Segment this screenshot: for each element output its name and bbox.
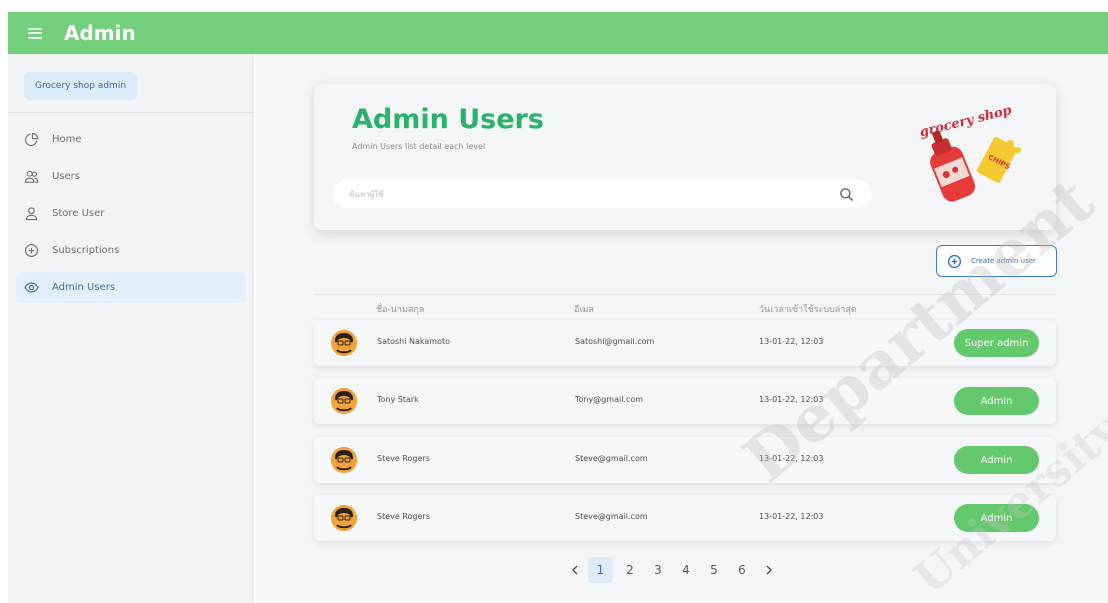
page-6-button[interactable]: 6	[728, 557, 756, 583]
next-page-button[interactable]	[756, 557, 782, 583]
sidebar-item-label: Home	[52, 134, 82, 145]
app-title: Admin	[64, 21, 136, 45]
user-name: Steve Rogers	[377, 512, 430, 521]
last-login: 13-01-22, 12:03	[759, 395, 824, 404]
users-icon	[24, 170, 39, 183]
page-subtitle: Admin Users list detail each level	[352, 142, 486, 151]
page-2-button[interactable]: 2	[616, 557, 644, 583]
plus-circle-icon	[25, 244, 38, 257]
role-badge[interactable]: Admin	[954, 387, 1039, 415]
sidebar-item-store-user[interactable]: Store User	[16, 198, 246, 229]
chevron-right-icon	[766, 565, 772, 575]
sidebar-item-subscriptions[interactable]: Subscriptions	[16, 235, 246, 266]
user-email: Satoshi@gmail.com	[575, 337, 655, 346]
shop-badge[interactable]: Grocery shop admin	[24, 72, 138, 100]
role-badge[interactable]: Super admin	[954, 329, 1039, 357]
sidebar-item-label: Subscriptions	[52, 245, 120, 256]
avatar	[331, 505, 357, 531]
create-admin-user-button[interactable]: Create admin user	[936, 245, 1057, 277]
main-content: Admin Users Admin Users list detail each…	[256, 54, 1108, 603]
prev-page-button[interactable]	[562, 557, 588, 583]
pie-chart-icon	[24, 132, 39, 147]
top-app-bar: Admin	[8, 12, 1108, 54]
user-name: Satoshi Nakamoto	[377, 337, 451, 346]
table-row[interactable]: Steve Rogers Steve@gmail.com 13-01-22, 1…	[314, 437, 1056, 483]
page-3-button[interactable]: 3	[644, 557, 672, 583]
avatar	[331, 388, 357, 414]
sidebar-item-label: Admin Users	[52, 282, 116, 293]
table-row[interactable]: Satoshi Nakamoto Satoshi@gmail.com 13-01…	[314, 320, 1056, 366]
avatar	[331, 330, 357, 356]
hamburger-menu-icon[interactable]	[28, 27, 42, 39]
search-placeholder: ค้นหาผู้ใช้	[349, 189, 384, 199]
user-email: Steve@gmail.com	[575, 512, 648, 521]
page-4-button[interactable]: 4	[672, 557, 700, 583]
header-card: Admin Users Admin Users list detail each…	[314, 84, 1056, 230]
user-name: Steve Rogers	[377, 454, 430, 463]
sidebar-item-label: Store User	[52, 208, 105, 219]
sidebar-item-users[interactable]: Users	[16, 161, 246, 192]
page-5-button[interactable]: 5	[700, 557, 728, 583]
role-badge[interactable]: Admin	[954, 504, 1039, 532]
page-title: Admin Users	[352, 104, 544, 135]
pagination: 1 2 3 4 5 6	[562, 555, 782, 585]
eye-icon	[24, 282, 39, 293]
table-divider	[314, 294, 1056, 295]
user-name: Tony Stark	[377, 395, 419, 404]
search-input[interactable]: ค้นหาผู้ใช้	[333, 180, 872, 208]
sidebar: Grocery shop admin Home Users Store User…	[8, 54, 254, 603]
plus-circle-icon	[947, 254, 962, 268]
user-email: Steve@gmail.com	[575, 454, 648, 463]
last-login: 13-01-22, 12:03	[759, 337, 824, 346]
column-header-name: ชื่อ-นามสกุล	[376, 305, 425, 315]
chevron-left-icon	[572, 565, 578, 575]
user-email: Tony@gmail.com	[575, 395, 644, 404]
sidebar-item-admin-users[interactable]: Admin Users	[16, 272, 246, 303]
create-button-label: Create admin user	[971, 257, 1036, 265]
column-header-email: อีเมล	[574, 305, 594, 315]
column-header-last-login: วันเวลาเข้าใช้ระบบล่าสุด	[759, 305, 857, 315]
table-row[interactable]: Tony Stark Tony@gmail.com 13-01-22, 12:0…	[314, 378, 1056, 424]
sidebar-item-home[interactable]: Home	[16, 124, 246, 155]
table-row[interactable]: Steve Rogers Steve@gmail.com 13-01-22, 1…	[314, 495, 1056, 541]
sidebar-nav: Home Users Store User Subscriptions Admi…	[16, 124, 246, 309]
search-icon[interactable]	[839, 187, 854, 202]
page-1-button[interactable]: 1	[588, 557, 613, 583]
last-login: 13-01-22, 12:03	[759, 454, 824, 463]
last-login: 13-01-22, 12:03	[759, 512, 824, 521]
role-badge[interactable]: Admin	[954, 446, 1039, 474]
sidebar-item-label: Users	[52, 171, 81, 182]
sidebar-divider	[8, 112, 252, 113]
grocery-shop-illustration: grocery shop CHIPS	[918, 103, 1021, 202]
illustration-caption: grocery shop	[918, 103, 1013, 140]
user-icon	[25, 207, 38, 221]
avatar	[331, 447, 357, 473]
